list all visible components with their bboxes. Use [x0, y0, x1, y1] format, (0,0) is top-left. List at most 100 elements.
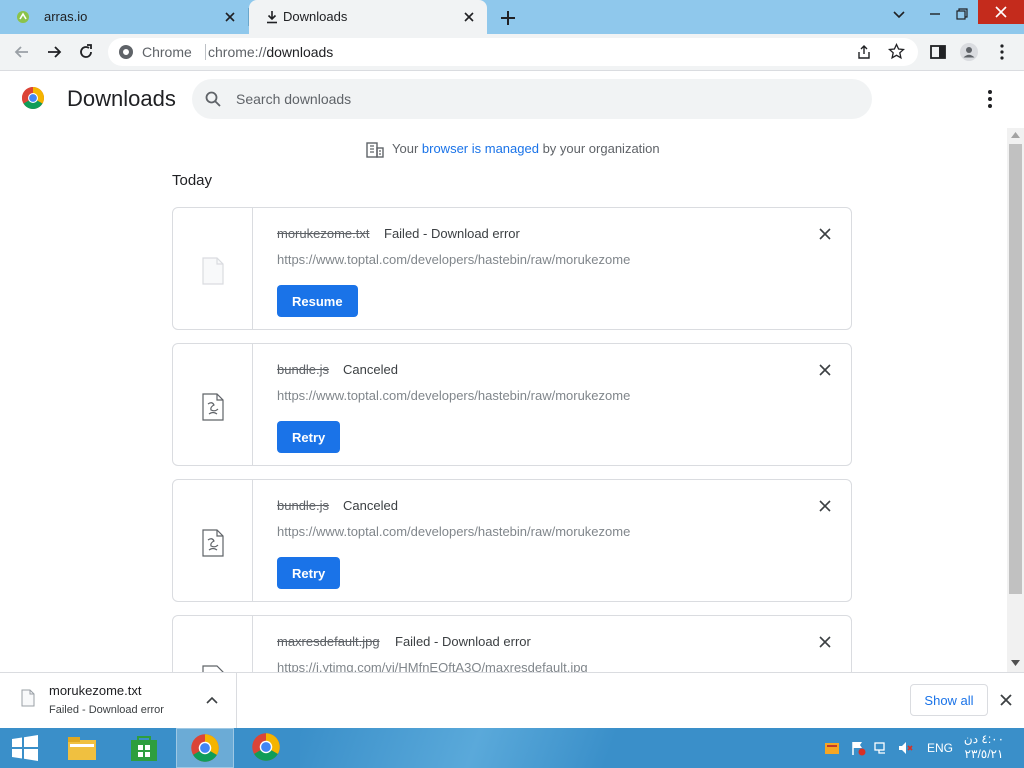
network-icon[interactable] — [873, 740, 889, 756]
downloads-header: Downloads — [0, 72, 1024, 128]
system-clock[interactable]: ٤:٠٠ دن ٢٣/٥/٢١ — [962, 732, 1006, 762]
new-tab-icon[interactable] — [498, 8, 518, 28]
more-options-icon[interactable] — [980, 88, 1000, 110]
script-file-icon — [202, 393, 224, 421]
search-box[interactable] — [192, 79, 872, 119]
remove-item-close-icon[interactable] — [817, 498, 833, 514]
action-center-flag-icon[interactable] — [850, 740, 866, 756]
profile-avatar-icon[interactable] — [959, 42, 979, 62]
image-file-icon — [202, 665, 224, 672]
share-icon[interactable] — [856, 44, 872, 60]
tab-arras[interactable]: arras.io — [0, 0, 248, 34]
clock-date: ٢٣/٥/٢١ — [964, 747, 1004, 761]
omnibox-divider — [205, 44, 206, 60]
language-indicator[interactable]: ENG — [927, 741, 953, 755]
retry-button[interactable]: Retry — [277, 557, 341, 589]
text-file-icon — [202, 257, 224, 285]
file-name[interactable]: morukezome.txt — [277, 226, 369, 241]
download-status: Failed - Download error — [384, 226, 520, 241]
tab-title: Downloads — [283, 9, 348, 24]
managed-text: Your browser is managed by your organiza… — [392, 141, 660, 156]
url-path: downloads — [266, 44, 334, 60]
tray-app-icon[interactable] — [824, 740, 840, 756]
managed-link[interactable]: browser is managed — [422, 141, 539, 156]
tab-strip: arras.io Downloads — [0, 0, 1024, 34]
source-url[interactable]: https://www.toptal.com/developers/hasteb… — [277, 524, 630, 539]
bookmark-star-icon[interactable] — [888, 43, 905, 60]
side-panel-icon[interactable] — [928, 42, 948, 62]
script-file-icon — [202, 529, 224, 557]
shelf-download-item[interactable]: morukezome.txt Failed - Download error — [0, 673, 237, 729]
reload-icon[interactable] — [76, 42, 96, 62]
taskbar-decoration — [300, 728, 740, 768]
download-item: morukezome.txt Failed - Download error h… — [172, 207, 852, 330]
restore-icon[interactable] — [949, 4, 975, 24]
search-input[interactable] — [236, 87, 836, 111]
download-icon — [267, 11, 277, 24]
source-url[interactable]: https://www.toptal.com/developers/hasteb… — [277, 388, 630, 403]
close-icon[interactable] — [461, 9, 477, 25]
chrome-icon — [252, 733, 280, 761]
back-arrow-icon[interactable] — [12, 42, 32, 62]
url-text: chrome://downloads — [208, 44, 333, 60]
building-icon — [366, 142, 384, 158]
page-scrollbar[interactable] — [1007, 128, 1024, 672]
browser-menu-icon[interactable] — [992, 42, 1012, 62]
tab-search-chevron-icon[interactable] — [886, 4, 912, 24]
remove-item-close-icon[interactable] — [817, 634, 833, 650]
shelf-file-name: morukezome.txt — [49, 683, 142, 698]
folder-icon — [68, 737, 96, 760]
remove-item-close-icon[interactable] — [817, 362, 833, 378]
window-close-button[interactable] — [978, 0, 1024, 24]
retry-button[interactable]: Retry — [277, 421, 341, 453]
date-header: Today — [172, 172, 213, 189]
file-name[interactable]: maxresdefault.jpg — [277, 634, 380, 649]
volume-muted-icon[interactable] — [897, 740, 913, 756]
taskbar-chrome-active[interactable] — [176, 728, 234, 768]
close-shelf-icon[interactable] — [998, 692, 1014, 708]
download-status: Canceled — [343, 498, 398, 513]
file-icon-column — [173, 480, 253, 601]
scroll-up-arrow-icon[interactable] — [1011, 132, 1020, 138]
downloads-page: Downloads Your browser is managed by you… — [0, 72, 1024, 672]
taskbar-file-explorer[interactable] — [52, 728, 110, 768]
address-bar[interactable]: Chrome chrome://downloads — [108, 38, 918, 66]
chevron-up-icon[interactable] — [204, 693, 220, 709]
download-status: Failed - Download error — [395, 634, 531, 649]
windows-taskbar: ENG ٤:٠٠ دن ٢٣/٥/٢١ — [0, 728, 1024, 768]
forward-arrow-icon[interactable] — [44, 42, 64, 62]
source-url[interactable]: https://www.toptal.com/developers/hasteb… — [277, 252, 630, 267]
download-status: Canceled — [343, 362, 398, 377]
source-url[interactable]: https://i.ytimg.com/vi/HMfnEOftA3O/maxre… — [277, 660, 588, 672]
resume-button[interactable]: Resume — [277, 285, 358, 317]
file-name[interactable]: bundle.js — [277, 362, 329, 377]
remove-item-close-icon[interactable] — [817, 226, 833, 242]
file-icon-column — [173, 616, 253, 672]
arras-favicon-icon — [17, 11, 29, 23]
download-shelf: morukezome.txt Failed - Download error S… — [0, 672, 1024, 729]
page-title: Downloads — [67, 86, 176, 111]
screen: arras.io Downloads Chrome chrome://downl… — [0, 0, 1024, 768]
url-scheme: chrome:// — [208, 44, 267, 60]
file-icon-column — [173, 344, 253, 465]
scroll-down-arrow-icon[interactable] — [1011, 660, 1020, 666]
file-name[interactable]: bundle.js — [277, 498, 329, 513]
scrollbar-thumb[interactable] — [1009, 144, 1022, 594]
show-all-button[interactable]: Show all — [910, 684, 988, 716]
minimize-icon[interactable] — [922, 4, 948, 24]
managed-suffix: by your organization — [538, 141, 660, 156]
managed-prefix: Your — [392, 141, 422, 156]
close-icon[interactable] — [222, 9, 238, 25]
tab-title: arras.io — [44, 9, 88, 24]
chrome-icon — [191, 734, 219, 762]
taskbar-chrome[interactable] — [238, 728, 296, 768]
windows-logo-icon — [12, 735, 38, 761]
tab-downloads[interactable]: Downloads — [249, 0, 487, 34]
site-label: Chrome — [142, 44, 192, 60]
store-icon — [131, 736, 157, 761]
start-button[interactable] — [0, 728, 58, 768]
close-icon — [995, 6, 1007, 18]
taskbar-store[interactable] — [114, 728, 172, 768]
download-item: bundle.js Canceled https://www.toptal.co… — [172, 343, 852, 466]
chrome-logo-icon — [22, 87, 44, 109]
